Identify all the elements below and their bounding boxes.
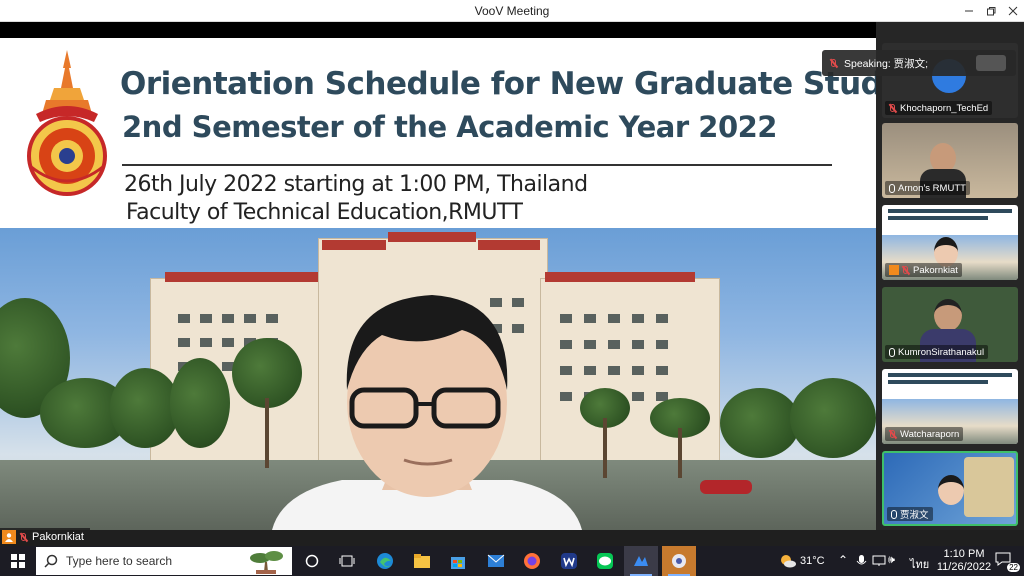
mic-muted-icon: [902, 265, 910, 275]
shared-screen: Orientation Schedule for New Graduate St…: [0, 22, 876, 530]
slide-header: Orientation Schedule for New Graduate St…: [0, 38, 876, 228]
volume-icon[interactable]: 🕪: [888, 554, 895, 567]
maximize-button[interactable]: [980, 2, 1002, 20]
stage-name-label: Pakornkiat: [32, 531, 84, 543]
participant-tile-active[interactable]: 贾淑文: [882, 451, 1018, 526]
edge-icon[interactable]: [373, 549, 397, 573]
clock-time[interactable]: 1:10 PM: [938, 548, 990, 560]
minimize-button[interactable]: [958, 2, 980, 20]
task-view-icon[interactable]: [335, 549, 359, 573]
window-title: VooV Meeting: [474, 4, 550, 18]
line-icon[interactable]: [593, 549, 617, 573]
mic-muted-icon: [889, 429, 897, 439]
participant-label: Pakornkiat: [885, 263, 962, 277]
speaking-indicator: Speaking: 贾淑文;: [822, 50, 1016, 76]
cortana-icon[interactable]: [300, 549, 324, 573]
language-indicator[interactable]: ไทย: [910, 555, 929, 573]
app-icon: [672, 554, 686, 568]
slide-subtitle-date: 26th July 2022 starting at 1:00 PM, Thai…: [124, 172, 588, 197]
weather-icon: [781, 555, 796, 568]
participants-panel: Khochaporn_TechEd Arnon’s RMUTT Pakornki…: [876, 22, 1024, 530]
notification-button[interactable]: 22: [994, 550, 1020, 572]
slide-divider: [122, 164, 832, 166]
user-icon: [2, 530, 16, 544]
participant-tile[interactable]: Watcharaporn: [882, 369, 1018, 444]
close-button[interactable]: [1002, 2, 1024, 20]
network-icon: [872, 555, 886, 566]
mic-muted-icon: [830, 58, 838, 68]
app-taskbar-button[interactable]: [662, 546, 696, 576]
participant-tile[interactable]: Pakornkiat: [882, 205, 1018, 280]
mic-icon: [889, 183, 895, 193]
speaker-avatar: [976, 55, 1006, 71]
file-explorer-icon[interactable]: [410, 549, 434, 573]
firefox-icon[interactable]: [520, 549, 544, 573]
presenter-video: [272, 295, 582, 530]
search-icon: [44, 554, 58, 568]
microphone-icon: [856, 555, 867, 565]
slide-title-line-1: Orientation Schedule for New Graduate St…: [120, 66, 876, 102]
start-button[interactable]: [0, 546, 36, 576]
voov-taskbar-button[interactable]: [624, 546, 658, 576]
participant-name: 贾淑文: [900, 510, 929, 521]
participant-name: Arnon’s RMUTT: [898, 182, 966, 194]
taskbar-search[interactable]: Type here to search: [36, 547, 292, 575]
search-placeholder: Type here to search: [66, 554, 173, 568]
minimize-icon: [965, 10, 973, 12]
university-logo: [27, 50, 107, 196]
participant-label: KumronSirathanakul: [885, 345, 989, 359]
webex-icon[interactable]: [557, 549, 581, 573]
bonsai-icon: [250, 551, 283, 574]
voov-icon: [634, 556, 648, 566]
mic-muted-icon: [20, 532, 28, 542]
slide-title-line-2: 2nd Semester of the Academic Year 2022: [122, 110, 777, 144]
chevron-up-icon[interactable]: ⌃: [838, 553, 848, 567]
store-icon[interactable]: [446, 549, 470, 573]
user-icon: [889, 265, 899, 275]
participant-name: Khochaporn_TechEd: [900, 102, 989, 114]
stage-name-tag: Pakornkiat: [0, 528, 90, 546]
participant-label: Arnon’s RMUTT: [885, 181, 970, 195]
participant-label: Watcharaporn: [885, 427, 964, 441]
mic-icon: [889, 347, 895, 357]
close-icon: [1008, 6, 1018, 16]
slide-subtitle-faculty: Faculty of Technical Education,RMUTT: [126, 200, 523, 225]
windows-taskbar: Type here to search 31°C ⌃ 🕪 ไทย 1:10 PM…: [0, 546, 1024, 576]
system-tray: 31°C ⌃ 🕪 ไทย 1:10 PM 11/26/2022 22: [774, 546, 1024, 576]
participant-label: 贾淑文: [887, 507, 933, 521]
mail-icon[interactable]: [484, 549, 508, 573]
restore-icon: [987, 7, 996, 16]
mic-icon: [891, 509, 897, 519]
participant-name: Pakornkiat: [913, 264, 958, 276]
mic-muted-icon: [889, 103, 897, 113]
participant-tile[interactable]: Arnon’s RMUTT: [882, 123, 1018, 198]
weather-temperature[interactable]: 31°C: [800, 555, 825, 567]
participant-label: Khochaporn_TechEd: [885, 101, 993, 115]
windows-icon: [11, 554, 25, 568]
participant-name: Watcharaporn: [900, 428, 960, 440]
participant-name: KumronSirathanakul: [898, 346, 985, 358]
clock-date[interactable]: 11/26/2022: [930, 561, 998, 573]
participant-tile[interactable]: KumronSirathanakul: [882, 287, 1018, 362]
title-bar: VooV Meeting: [0, 0, 1024, 22]
speaking-label: Speaking: 贾淑文;: [844, 57, 929, 70]
notification-count: 22: [1007, 563, 1020, 572]
